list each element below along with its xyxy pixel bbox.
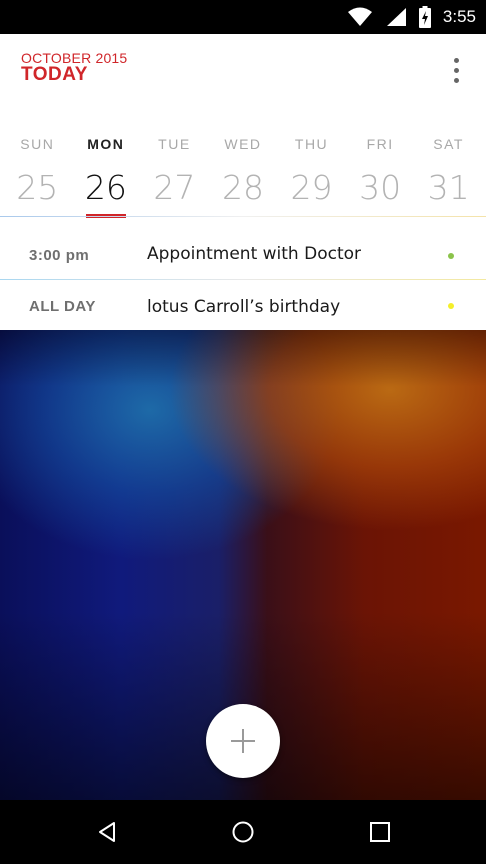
week-strip: SUN 25 MON 26 TUE 27 WED 28 THU 29 FRI 3… (3, 134, 483, 218)
add-event-button[interactable] (206, 704, 280, 778)
day-thu[interactable]: THU 29 (277, 134, 346, 218)
day-sat[interactable]: SAT 31 (414, 134, 483, 218)
event-title: lotus Carroll’s birthday (147, 297, 341, 317)
day-of-week-label: FRI (366, 136, 394, 152)
event-color-dot (448, 303, 454, 309)
day-number: 29 (290, 168, 333, 207)
navigation-bar (0, 800, 486, 864)
home-icon (232, 821, 254, 843)
day-number: 31 (427, 168, 470, 207)
status-bar: 3:55 (0, 0, 486, 34)
back-icon (99, 822, 115, 842)
wifi-icon (347, 7, 372, 26)
more-options-button[interactable] (444, 54, 468, 86)
event-color-dot (448, 253, 454, 259)
calendar-card: OCTOBER 2015 TODAY SUN 25 MON 26 TUE 27 … (0, 34, 486, 330)
today-title[interactable]: TODAY (21, 64, 88, 86)
recents-icon (370, 822, 390, 842)
event-time: ALL DAY (29, 298, 96, 315)
day-of-week-label: SAT (433, 136, 464, 152)
event-row[interactable]: ALL DAY lotus Carroll’s birthday (0, 282, 486, 332)
day-of-week-label: TUE (158, 136, 191, 152)
day-tue[interactable]: TUE 27 (140, 134, 209, 218)
divider (0, 216, 486, 217)
day-number: 30 (359, 168, 402, 207)
event-time: 3:00 pm (29, 247, 90, 264)
status-time: 3:55 (442, 7, 476, 26)
home-button[interactable] (229, 818, 257, 846)
day-wed[interactable]: WED 28 (209, 134, 278, 218)
plus-icon (231, 729, 255, 753)
day-number: 25 (16, 168, 59, 207)
day-of-week-label: MON (87, 136, 125, 152)
battery-charging-icon (418, 6, 431, 28)
day-of-week-label: THU (294, 136, 329, 152)
day-of-week-label: WED (224, 136, 262, 152)
day-number: 27 (153, 168, 196, 207)
cell-signal-icon (386, 8, 406, 26)
day-fri[interactable]: FRI 30 (346, 134, 415, 218)
day-number: 26 (84, 168, 127, 207)
day-number: 28 (221, 168, 264, 207)
back-button[interactable] (93, 818, 121, 846)
recents-button[interactable] (366, 818, 394, 846)
day-mon[interactable]: MON 26 (72, 134, 141, 218)
day-of-week-label: SUN (20, 136, 55, 152)
event-title: Appointment with Doctor (147, 244, 362, 264)
status-icons: 3:55 (347, 0, 476, 34)
day-sun[interactable]: SUN 25 (3, 134, 72, 218)
divider (0, 279, 486, 280)
more-vert-icon (453, 57, 459, 63)
event-row[interactable]: 3:00 pm Appointment with Doctor (0, 232, 486, 282)
